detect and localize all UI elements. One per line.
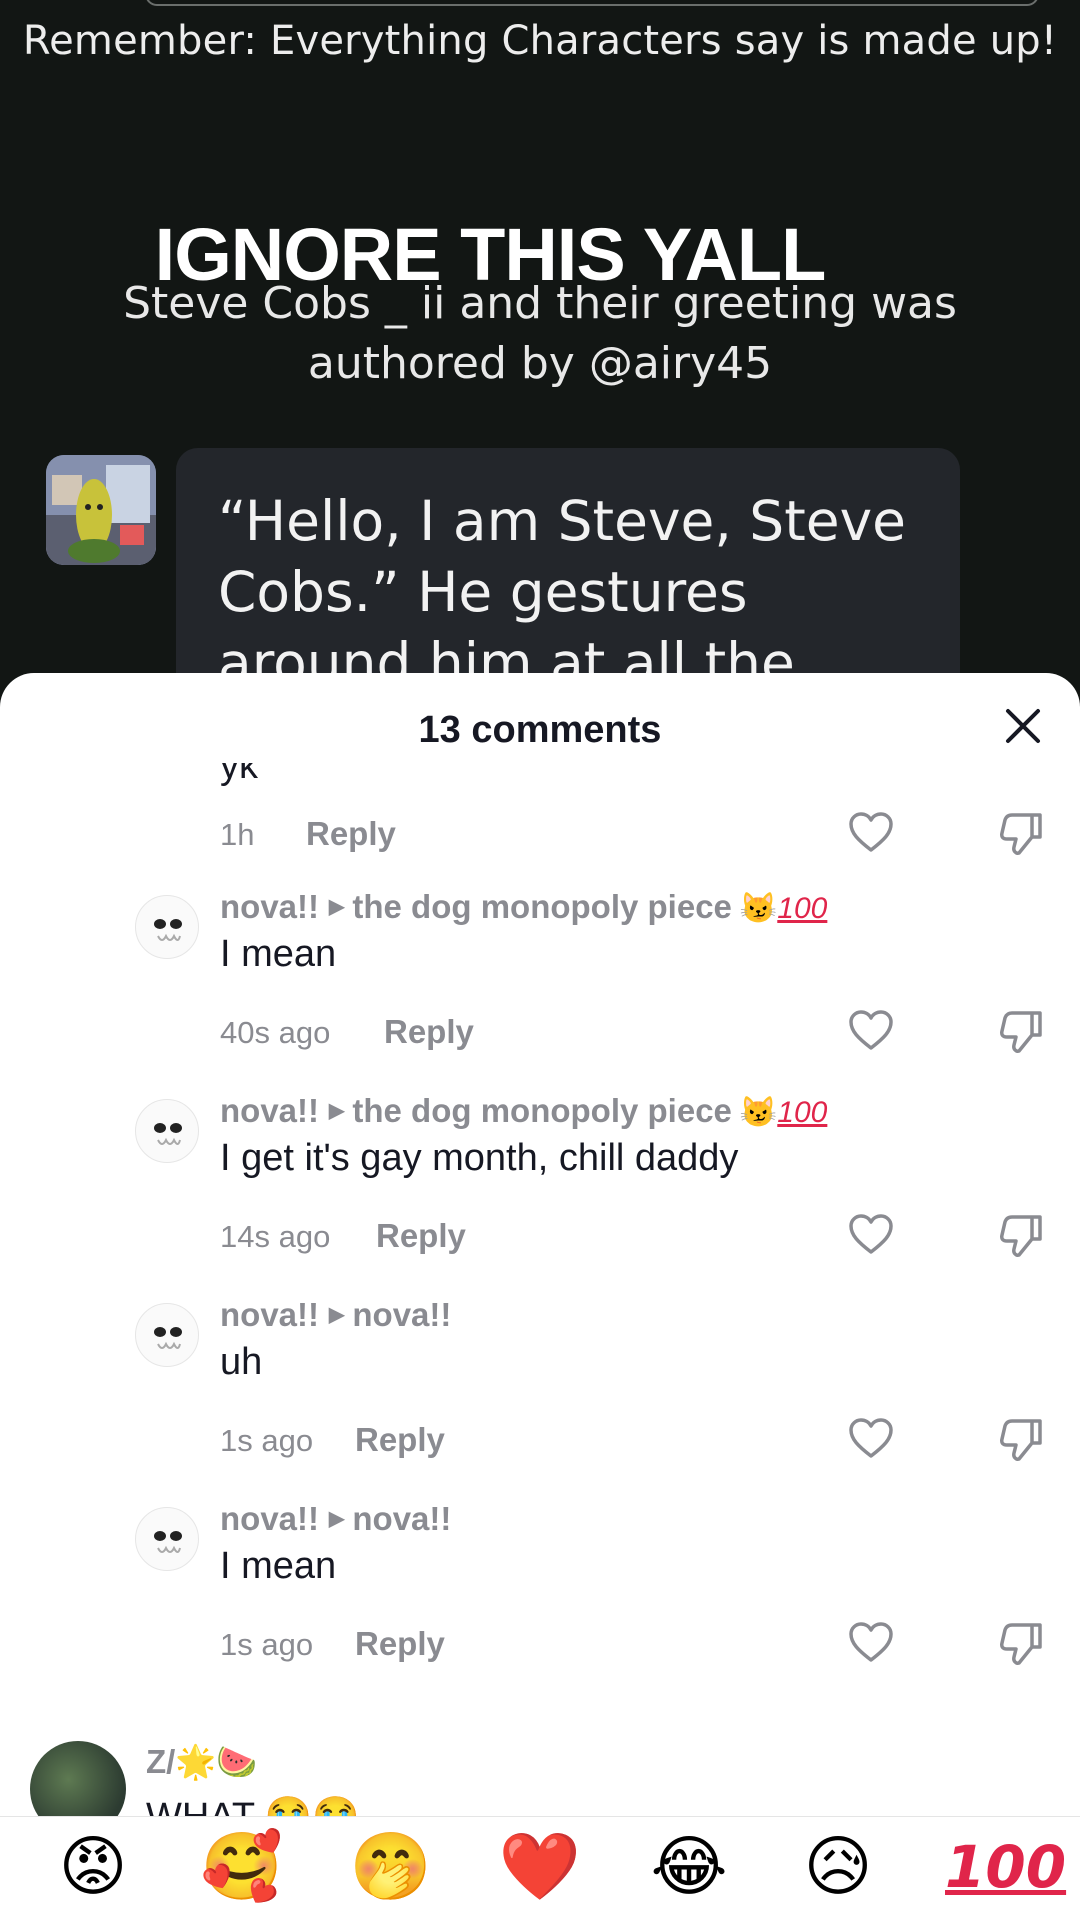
comment-header: nova!! ▶ the dog monopoly piece 😼100 (220, 1091, 827, 1135)
reply-arrow-icon: ▶ (329, 1100, 345, 1123)
reply-arrow-icon: ▶ (329, 1508, 345, 1531)
comment-username[interactable]: nova!! (220, 888, 319, 925)
reply-button[interactable]: Reply (306, 815, 396, 853)
angry-emoji-button[interactable]: 😡 (51, 1825, 135, 1909)
heart-icon[interactable] (848, 1416, 894, 1462)
comment-username[interactable]: nova!! (220, 1296, 319, 1333)
overlay-title: IGNORE THIS YALL (154, 213, 827, 296)
comment-username[interactable]: Z/🌟🍉 (146, 1743, 258, 1782)
hundred-emoji: 100 (777, 892, 828, 925)
comment-body: yk (220, 763, 258, 787)
disclaimer-text: Remember: Everything Characters say is m… (22, 18, 1058, 64)
reply-to-username[interactable]: the dog monopoly piece (352, 1092, 732, 1129)
dislike-icon[interactable] (998, 1619, 1046, 1667)
comment-timestamp: 40s ago (220, 1015, 331, 1050)
greeting-line-2: authored by @airy45 (307, 338, 773, 389)
cat-emoji: 😼 (739, 1096, 778, 1129)
heart-icon[interactable] (848, 1620, 894, 1666)
heart-icon[interactable] (848, 810, 894, 856)
ghost-avatar-icon (154, 1327, 182, 1349)
comment-body: I mean (220, 1545, 337, 1587)
comment-timestamp: 1s ago (220, 1627, 314, 1662)
heart-icon[interactable] (848, 1008, 894, 1054)
avatar[interactable] (135, 1099, 199, 1163)
comment-timestamp: 1h (220, 817, 255, 852)
comments-count-title: 13 comments (418, 709, 662, 751)
character-avatar-image (46, 455, 156, 565)
comment-header: nova!! ▶ nova!! (220, 1499, 451, 1543)
comment-header: nova!! ▶ nova!! (220, 1295, 451, 1339)
heart-icon[interactable] (848, 1212, 894, 1258)
video-background: Remember: Everything Characters say is m… (0, 0, 1080, 768)
dislike-icon[interactable] (998, 809, 1046, 857)
hundred-points-emoji-button[interactable]: 100 (945, 1825, 1066, 1909)
ghost-avatar-icon (154, 919, 182, 941)
avatar[interactable] (135, 1303, 199, 1367)
dislike-icon[interactable] (998, 1415, 1046, 1463)
comments-sheet: 13 comments yk 1h Reply nova!! ▶ the dog… (0, 673, 1080, 1920)
reply-to-username[interactable]: nova!! (352, 1296, 451, 1333)
comments-list[interactable]: yk 1h Reply nova!! ▶ the dog monopoly piec… (0, 763, 1080, 1816)
character-avatar[interactable] (46, 455, 156, 565)
comment-body: I get it's gay month, chill daddy (220, 1137, 739, 1179)
ghost-avatar-icon (154, 1531, 182, 1553)
comment-body: I mean (220, 933, 337, 975)
hand-over-mouth-emoji-button[interactable]: 🤭 (349, 1825, 433, 1909)
comment-body: uh (220, 1341, 263, 1383)
comment-header: nova!! ▶ the dog monopoly piece 😼100 (220, 887, 827, 931)
reply-button[interactable]: Reply (384, 1013, 474, 1051)
sad-sweat-emoji-button[interactable]: 😥 (796, 1825, 880, 1909)
dislike-icon[interactable] (998, 1211, 1046, 1259)
reply-button[interactable]: Reply (355, 1625, 445, 1663)
reply-to-username[interactable]: the dog monopoly piece (352, 888, 732, 925)
comment-timestamp: 14s ago (220, 1219, 331, 1254)
smiling-hearts-emoji-button[interactable]: 🥰 (200, 1825, 284, 1909)
red-heart-emoji-button[interactable]: ❤️ (498, 1825, 582, 1909)
input-outline (145, 0, 1039, 6)
ghost-avatar-icon (154, 1123, 182, 1145)
comment-username[interactable]: nova!! (220, 1092, 319, 1129)
reply-button[interactable]: Reply (376, 1217, 466, 1255)
reply-to-username[interactable]: nova!! (352, 1500, 451, 1537)
comment-timestamp: 1s ago (220, 1423, 314, 1458)
close-icon[interactable] (1000, 703, 1046, 749)
tears-of-joy-emoji-button[interactable]: 😂 (647, 1825, 731, 1909)
emoji-quick-reactions: 😡 🥰 🤭 ❤️ 😂 😥 100 (0, 1816, 1080, 1920)
dislike-icon[interactable] (998, 1007, 1046, 1055)
reply-arrow-icon: ▶ (329, 1304, 345, 1327)
avatar[interactable] (135, 895, 199, 959)
reply-button[interactable]: Reply (355, 1421, 445, 1459)
reply-arrow-icon: ▶ (329, 896, 345, 919)
comment-username[interactable]: nova!! (220, 1500, 319, 1537)
cat-emoji: 😼 (739, 892, 778, 925)
hundred-emoji: 100 (777, 1096, 828, 1129)
avatar[interactable] (135, 1507, 199, 1571)
